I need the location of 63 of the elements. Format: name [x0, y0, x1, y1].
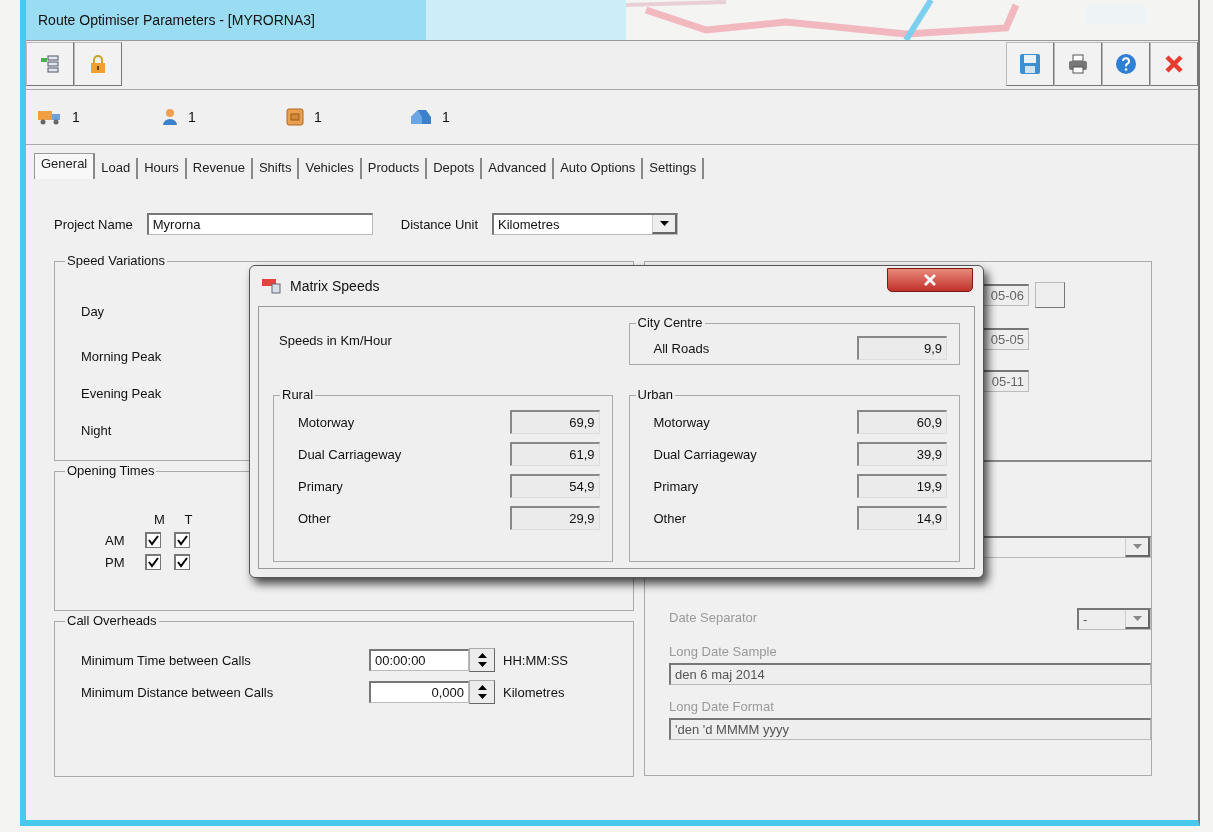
speed-field[interactable]: 39,9	[857, 442, 947, 466]
unit-label: HH:MM:SS	[503, 652, 568, 668]
speed-field[interactable]: 69,9	[509, 410, 600, 434]
count-value: 1	[188, 109, 196, 125]
field-label: Date Separator	[669, 609, 758, 625]
road-type-label: Motorway	[298, 414, 355, 430]
speed-field[interactable]: 61,9	[509, 442, 600, 466]
speed-field[interactable]: 14,9	[857, 506, 947, 530]
field-label: Project Name	[54, 216, 133, 232]
speeds-unit-label: Speeds in Km/Hour	[279, 333, 393, 348]
group-title: Speed Variations	[65, 253, 168, 268]
tab[interactable]: General	[34, 153, 96, 179]
count-value: 1	[442, 109, 450, 125]
speed-field[interactable]: 60,9	[857, 410, 947, 434]
project-name-field[interactable]: Myrorna	[146, 213, 373, 235]
tab[interactable]: Depots	[427, 158, 483, 179]
tab[interactable]: Shifts	[252, 158, 300, 179]
tab[interactable]: Revenue	[186, 158, 253, 179]
window-title: Route Optimiser Parameters - [MYRORNA3]	[38, 12, 315, 28]
road-type-label: Dual Carriageway	[298, 446, 402, 462]
tab[interactable]: Hours	[138, 158, 187, 179]
speed-field[interactable]: 19,9	[857, 474, 947, 498]
road-type-label: All Roads	[653, 340, 710, 356]
distance-unit-dropdown[interactable]: Kilometres	[492, 213, 679, 235]
row-label: AM	[105, 532, 126, 548]
row-label: Evening Peak	[81, 386, 162, 401]
group-title: Rural	[280, 387, 316, 402]
speed-field[interactable]: 9,9	[857, 336, 947, 360]
tab[interactable]: Settings	[643, 158, 705, 179]
count-value: 1	[72, 109, 80, 125]
road-type-label: Dual Carriageway	[653, 446, 757, 462]
day-label: T	[183, 514, 194, 526]
day-label: M	[153, 514, 166, 526]
speed-field[interactable]: 29,9	[509, 506, 600, 530]
unit-label: Kilometres	[503, 684, 565, 700]
row-label: Night	[81, 423, 112, 438]
dialog-title: Matrix Speeds	[290, 278, 380, 294]
road-type-label: Motorway	[653, 414, 710, 430]
row-label: Day	[81, 304, 105, 319]
speed-field[interactable]: 54,9	[509, 474, 600, 498]
field-label: Minimum Time between Calls	[81, 652, 252, 668]
row-label: PM	[105, 554, 126, 570]
field-label: Distance Unit	[400, 216, 479, 232]
group-title: Opening Times	[65, 463, 157, 478]
road-type-label: Other	[653, 510, 686, 526]
field-label: Long Date Sample	[669, 644, 778, 659]
group-title: City Centre	[635, 315, 705, 330]
tab[interactable]: Vehicles	[299, 158, 362, 179]
tab[interactable]: Auto Options	[554, 158, 644, 179]
tab[interactable]: Load	[95, 158, 139, 179]
tab[interactable]: Products	[361, 158, 428, 179]
field-label: Long Date Format	[669, 699, 775, 714]
road-type-label: Primary	[653, 478, 699, 494]
row-label: Morning Peak	[81, 349, 162, 364]
road-type-label: Other	[298, 510, 331, 526]
tab[interactable]: Advanced	[482, 158, 555, 179]
count-value: 1	[314, 109, 322, 125]
spin-field[interactable]: 00:00:00	[369, 649, 469, 671]
spin-field[interactable]: 0,000	[369, 681, 469, 703]
group-title: Urban	[635, 387, 675, 402]
group-title: Call Overheads	[65, 613, 159, 628]
field-label: Minimum Distance between Calls	[81, 684, 275, 700]
road-type-label: Primary	[298, 478, 343, 494]
